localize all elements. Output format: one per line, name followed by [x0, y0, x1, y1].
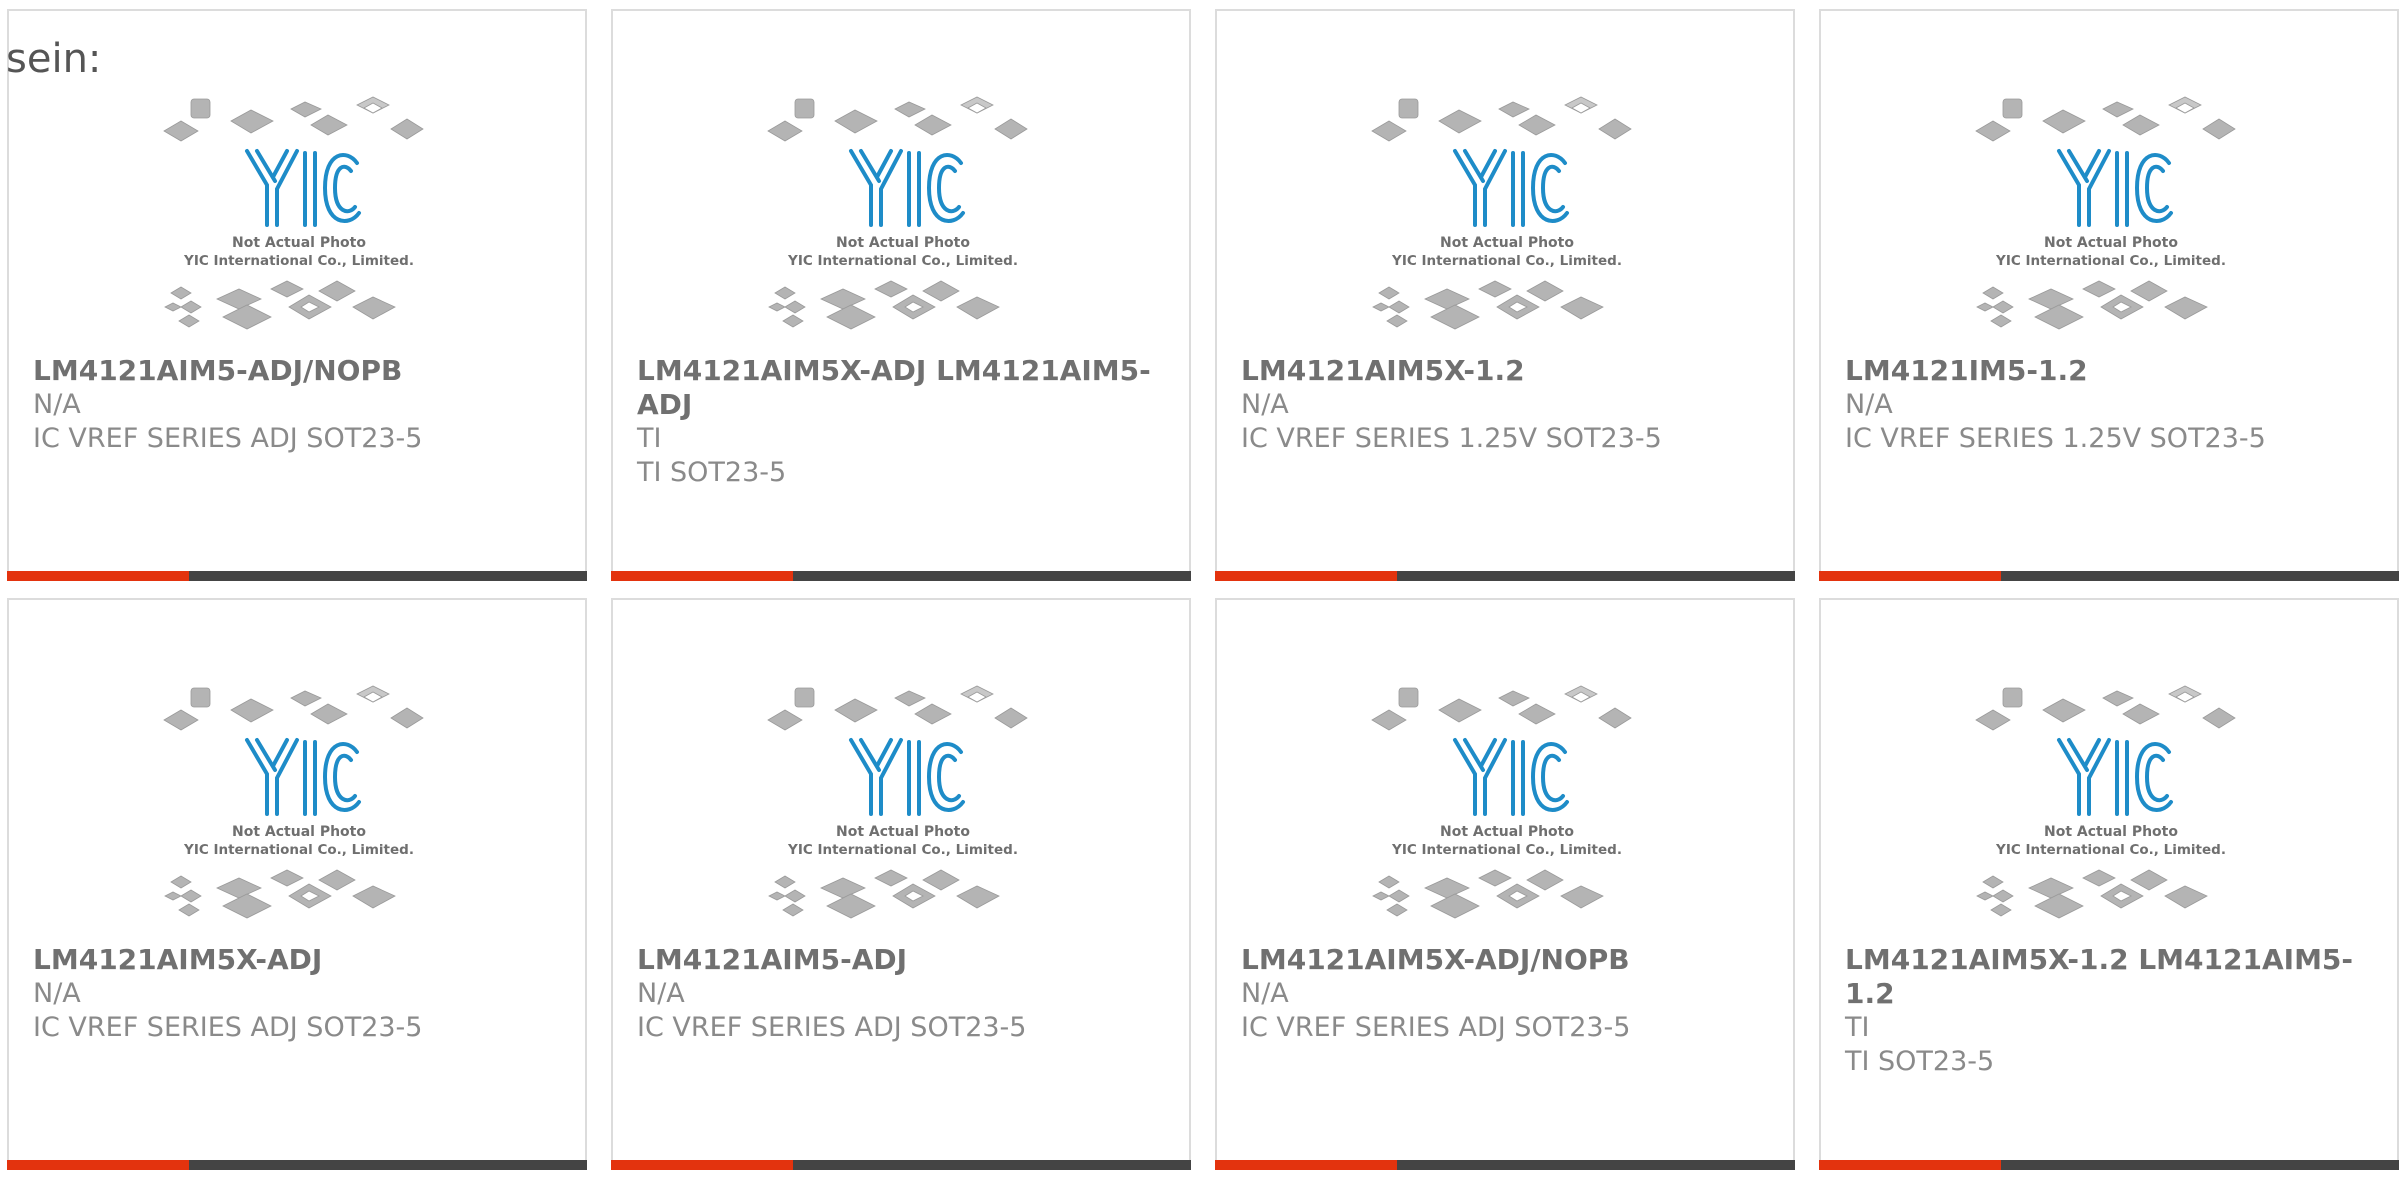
image-caption-line2: YIC International Co., Limited.: [1995, 253, 2226, 269]
product-card-6[interactable]: Not Actual Photo YIC International Co., …: [611, 598, 1191, 1170]
product-placeholder-image[interactable]: Not Actual Photo YIC International Co., …: [763, 682, 1043, 932]
product-manufacturer: N/A: [637, 978, 685, 1009]
product-info: LM4121AIM5-ADJ N/A IC VREF SERIES ADJ SO…: [637, 943, 1177, 1045]
product-info: LM4121AIM5X-ADJ N/A IC VREF SERIES ADJ S…: [33, 943, 573, 1045]
product-placeholder-image[interactable]: Not Actual Photo YIC International Co., …: [763, 93, 1043, 343]
product-name[interactable]: LM4121AIM5X-1.2: [1241, 354, 1781, 388]
product-card-2[interactable]: Not Actual Photo YIC International Co., …: [611, 9, 1191, 581]
image-caption-line1: Not Actual Photo: [836, 824, 970, 840]
card-footer-accent: [1819, 571, 2001, 581]
product-name[interactable]: LM4121AIM5-ADJ/NOPB: [33, 354, 573, 388]
product-name[interactable]: LM4121AIM5-ADJ: [637, 943, 1177, 977]
yic-logo: [2057, 149, 2173, 227]
image-caption-line1: Not Actual Photo: [836, 235, 970, 251]
product-info: LM4121AIM5X-ADJ LM4121AIM5-ADJ TI TI SOT…: [637, 354, 1177, 490]
card-footer-accent: [1215, 571, 1397, 581]
yic-logo: [849, 149, 965, 227]
product-name[interactable]: LM4121AIM5X-1.2 LM4121AIM5-1.2: [1845, 943, 2385, 1011]
product-card-4[interactable]: Not Actual Photo YIC International Co., …: [1819, 9, 2399, 581]
product-description: IC VREF SERIES 1.25V SOT23-5: [1845, 423, 2266, 454]
page-label: sein:: [6, 36, 102, 82]
product-card-1[interactable]: Not Actual Photo YIC International Co., …: [7, 9, 587, 581]
yic-logo: [1453, 738, 1569, 816]
image-caption-line2: YIC International Co., Limited.: [1995, 842, 2226, 858]
image-caption-line1: Not Actual Photo: [232, 824, 366, 840]
product-name[interactable]: LM4121AIM5X-ADJ/NOPB: [1241, 943, 1781, 977]
card-footer-accent: [611, 571, 793, 581]
product-manufacturer: TI: [637, 423, 662, 454]
card-footer-accent: [1215, 1160, 1397, 1170]
product-placeholder-image[interactable]: Not Actual Photo YIC International Co., …: [1971, 93, 2251, 343]
image-caption-line1: Not Actual Photo: [1440, 824, 1574, 840]
yic-logo: [245, 738, 361, 816]
image-caption-line1: Not Actual Photo: [1440, 235, 1574, 251]
product-manufacturer: TI: [1845, 1012, 1870, 1043]
product-card-8[interactable]: Not Actual Photo YIC International Co., …: [1819, 598, 2399, 1170]
product-info: LM4121IM5-1.2 N/A IC VREF SERIES 1.25V S…: [1845, 354, 2385, 456]
card-footer-bar: [611, 1160, 1191, 1170]
product-name[interactable]: LM4121AIM5X-ADJ: [33, 943, 573, 977]
product-info: LM4121AIM5-ADJ/NOPB N/A IC VREF SERIES A…: [33, 354, 573, 456]
product-placeholder-image[interactable]: Not Actual Photo YIC International Co., …: [1367, 682, 1647, 932]
product-manufacturer: N/A: [33, 978, 81, 1009]
product-placeholder-image[interactable]: Not Actual Photo YIC International Co., …: [159, 682, 439, 932]
card-footer-bar: [7, 1160, 587, 1170]
card-footer-accent: [7, 571, 189, 581]
product-placeholder-image[interactable]: Not Actual Photo YIC International Co., …: [1971, 682, 2251, 932]
product-info: LM4121AIM5X-ADJ/NOPB N/A IC VREF SERIES …: [1241, 943, 1781, 1045]
yic-logo: [849, 738, 965, 816]
image-caption-line2: YIC International Co., Limited.: [787, 253, 1018, 269]
product-info: LM4121AIM5X-1.2 N/A IC VREF SERIES 1.25V…: [1241, 354, 1781, 456]
product-manufacturer: N/A: [1241, 389, 1289, 420]
product-card-5[interactable]: Not Actual Photo YIC International Co., …: [7, 598, 587, 1170]
image-caption-line1: Not Actual Photo: [232, 235, 366, 251]
image-caption-line2: YIC International Co., Limited.: [787, 842, 1018, 858]
product-placeholder-image[interactable]: Not Actual Photo YIC International Co., …: [159, 93, 439, 343]
product-card-7[interactable]: Not Actual Photo YIC International Co., …: [1215, 598, 1795, 1170]
image-caption-line1: Not Actual Photo: [2044, 235, 2178, 251]
product-manufacturer: N/A: [1241, 978, 1289, 1009]
product-description: IC VREF SERIES 1.25V SOT23-5: [1241, 423, 1662, 454]
card-footer-bar: [611, 571, 1191, 581]
card-footer-bar: [1819, 571, 2399, 581]
product-manufacturer: N/A: [1845, 389, 1893, 420]
image-caption-line2: YIC International Co., Limited.: [1391, 253, 1622, 269]
yic-logo: [1453, 149, 1569, 227]
product-description: IC VREF SERIES ADJ SOT23-5: [1241, 1012, 1631, 1043]
product-grid: Not Actual Photo YIC International Co., …: [7, 9, 2399, 1170]
product-placeholder-image[interactable]: Not Actual Photo YIC International Co., …: [1367, 93, 1647, 343]
card-footer-bar: [1215, 571, 1795, 581]
product-manufacturer: N/A: [33, 389, 81, 420]
product-description: TI SOT23-5: [1845, 1046, 1995, 1077]
product-card-3[interactable]: Not Actual Photo YIC International Co., …: [1215, 9, 1795, 581]
card-footer-accent: [611, 1160, 793, 1170]
product-description: IC VREF SERIES ADJ SOT23-5: [637, 1012, 1027, 1043]
card-footer-bar: [7, 571, 587, 581]
image-caption-line1: Not Actual Photo: [2044, 824, 2178, 840]
image-caption-line2: YIC International Co., Limited.: [1391, 842, 1622, 858]
card-footer-accent: [7, 1160, 189, 1170]
product-info: LM4121AIM5X-1.2 LM4121AIM5-1.2 TI TI SOT…: [1845, 943, 2385, 1079]
card-footer-bar: [1215, 1160, 1795, 1170]
product-name[interactable]: LM4121AIM5X-ADJ LM4121AIM5-ADJ: [637, 354, 1177, 422]
yic-logo: [2057, 738, 2173, 816]
card-footer-accent: [1819, 1160, 2001, 1170]
card-footer-bar: [1819, 1160, 2399, 1170]
product-name[interactable]: LM4121IM5-1.2: [1845, 354, 2385, 388]
image-caption-line2: YIC International Co., Limited.: [183, 842, 414, 858]
yic-logo: [245, 149, 361, 227]
image-caption-line2: YIC International Co., Limited.: [183, 253, 414, 269]
product-description: IC VREF SERIES ADJ SOT23-5: [33, 1012, 423, 1043]
product-description: TI SOT23-5: [637, 457, 787, 488]
product-description: IC VREF SERIES ADJ SOT23-5: [33, 423, 423, 454]
